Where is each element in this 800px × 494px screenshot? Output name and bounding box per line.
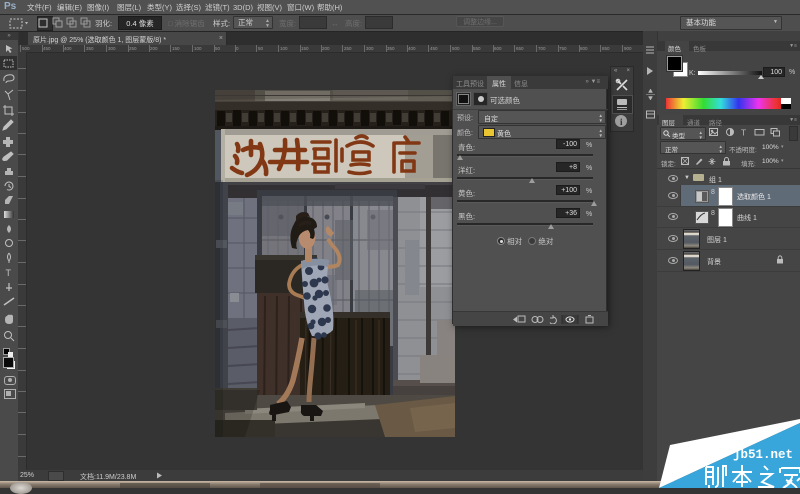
svg-text:jb51.net: jb51.net: [733, 448, 793, 462]
svg-text:T: T: [6, 268, 12, 278]
svg-text:T: T: [741, 128, 746, 137]
